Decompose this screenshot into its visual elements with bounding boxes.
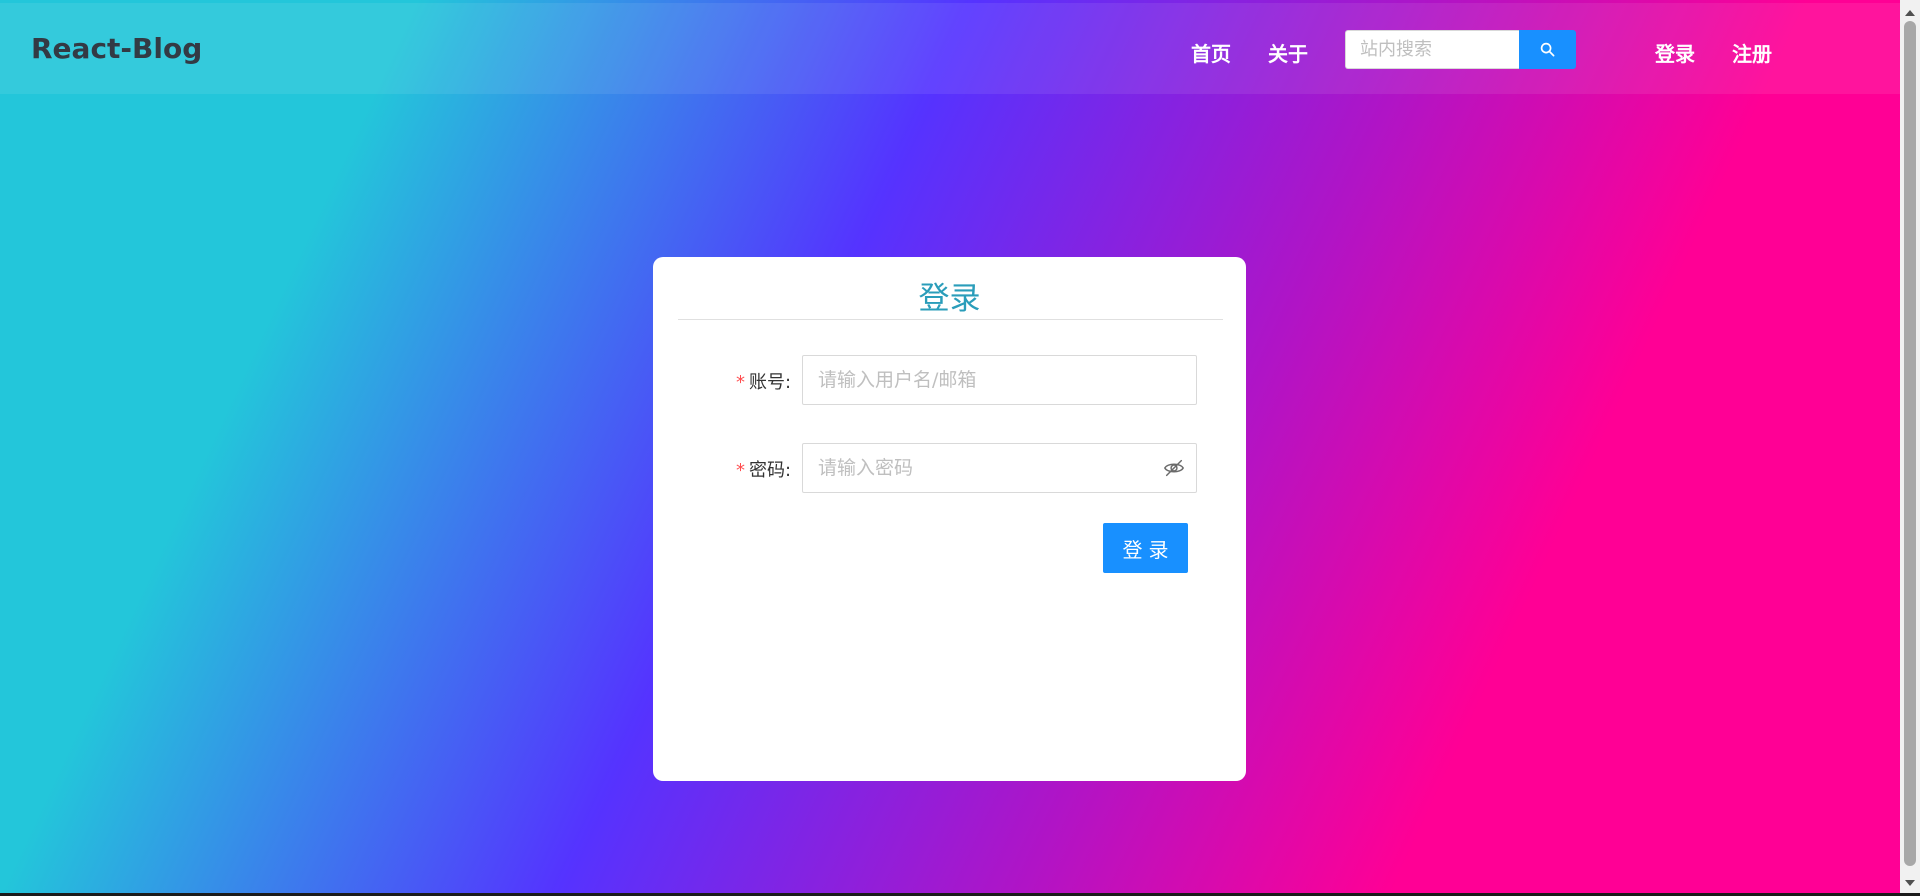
nav-about-link[interactable]: 关于 [1268,38,1308,67]
title-divider [678,319,1223,320]
eye-invisible-icon[interactable] [1163,457,1185,479]
password-label: * 密码: [736,456,791,482]
scroll-down-arrow-icon[interactable] [1905,880,1915,886]
required-mark: * [736,460,745,481]
login-title: 登录 [918,281,981,317]
nav-register-link[interactable]: 注册 [1732,38,1772,67]
site-header: React-Blog 首页 关于 登录 注册 [0,3,1900,94]
nav-home-link[interactable]: 首页 [1191,38,1231,67]
account-label-text: 账号: [749,372,792,393]
login-card: 登录 *账号: *密码: 登录 [653,257,1246,781]
scrollbar-thumb[interactable] [1904,21,1916,866]
nav-login-link[interactable]: 登录 [1655,38,1695,67]
login-submit-button[interactable]: 登录 [1103,523,1188,573]
site-brand[interactable]: React-Blog [31,32,202,65]
password-input[interactable] [802,443,1197,493]
search-icon [1540,42,1555,57]
account-input[interactable] [802,355,1197,405]
password-label-text: 密码: [749,460,792,481]
scroll-up-arrow-icon[interactable] [1905,10,1915,16]
vertical-scrollbar[interactable] [1900,0,1920,896]
search-input[interactable] [1345,30,1519,69]
page-background: React-Blog 首页 关于 登录 注册 登录 *账号: *密码: 登录 [0,0,1900,896]
account-label: * 账号: [736,368,791,394]
required-mark: * [736,372,745,393]
search-button[interactable] [1519,30,1576,69]
